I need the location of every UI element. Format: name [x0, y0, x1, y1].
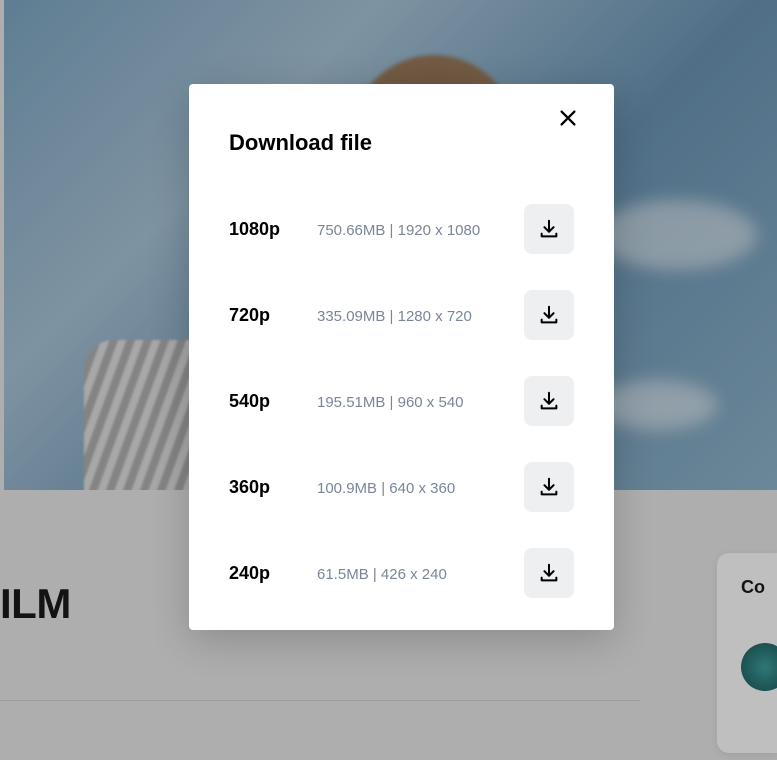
download-modal: Download file 1080p 750.66MB | 1920 x 108…	[189, 84, 614, 630]
file-meta: 61.5MB | 426 x 240	[317, 566, 447, 583]
download-icon	[538, 562, 560, 584]
download-icon	[538, 390, 560, 412]
download-option: 240p 61.5MB | 426 x 240	[229, 548, 574, 598]
download-option: 360p 100.9MB | 640 x 360	[229, 462, 574, 512]
resolution-label: 1080p	[229, 219, 285, 240]
resolution-label: 540p	[229, 391, 285, 412]
resolution-label: 720p	[229, 305, 285, 326]
download-option: 540p 195.51MB | 960 x 540	[229, 376, 574, 426]
download-option: 1080p 750.66MB | 1920 x 1080	[229, 204, 574, 254]
download-button[interactable]	[524, 462, 574, 512]
close-button[interactable]	[552, 102, 584, 134]
resolution-label: 240p	[229, 563, 285, 584]
download-option: 720p 335.09MB | 1280 x 720	[229, 290, 574, 340]
file-meta: 100.9MB | 640 x 360	[317, 480, 455, 497]
resolution-label: 360p	[229, 477, 285, 498]
download-button[interactable]	[524, 376, 574, 426]
file-meta: 195.51MB | 960 x 540	[317, 394, 464, 411]
file-meta: 750.66MB | 1920 x 1080	[317, 222, 480, 239]
modal-title: Download file	[229, 112, 574, 156]
close-icon	[557, 107, 579, 129]
download-button[interactable]	[524, 204, 574, 254]
download-button[interactable]	[524, 548, 574, 598]
download-icon	[538, 476, 560, 498]
download-icon	[538, 304, 560, 326]
download-icon	[538, 218, 560, 240]
file-meta: 335.09MB | 1280 x 720	[317, 308, 472, 325]
download-button[interactable]	[524, 290, 574, 340]
